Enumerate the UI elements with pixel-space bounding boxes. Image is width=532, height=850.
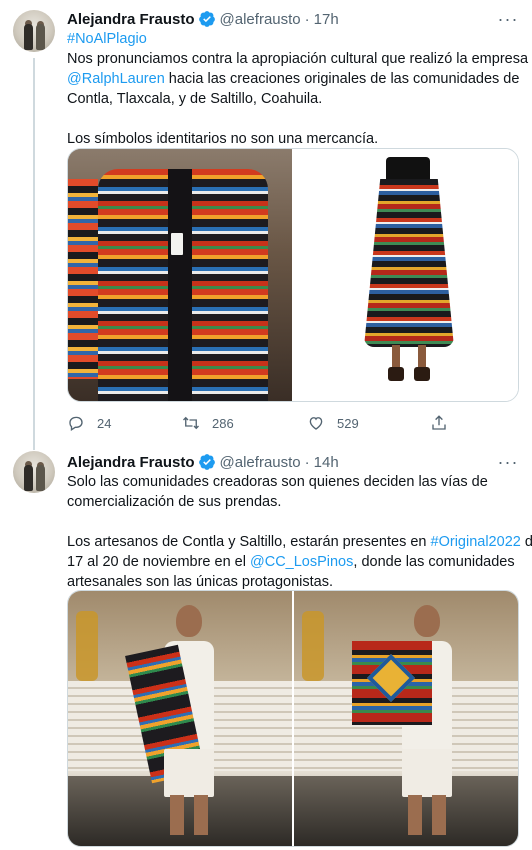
like-button[interactable]: 529 bbox=[307, 413, 359, 433]
text-line: #NoAlPlagio bbox=[67, 29, 517, 49]
text-line: comercialización de sus prendas. bbox=[67, 492, 517, 512]
text-line: Contla, Tlaxcala, y de Saltillo, Coahuil… bbox=[67, 89, 517, 109]
runway-model-serape-photo[interactable] bbox=[68, 591, 292, 846]
separator-dot: · bbox=[304, 10, 310, 28]
text-line: Nos pronunciamos contra la apropiación c… bbox=[67, 49, 528, 69]
text-span: artesanales son las únicas protagonistas… bbox=[67, 574, 333, 590]
tweet[interactable]: Alejandra Frausto @alefrausto · 17h ··· … bbox=[0, 0, 532, 450]
text-span: comercialización de sus prendas. bbox=[67, 494, 282, 510]
text-span: Los símbolos identitarios no son una mer… bbox=[67, 131, 379, 147]
text-span: Contla, Tlaxcala, y de Saltillo, Coahuil… bbox=[67, 91, 323, 107]
reply-count: 24 bbox=[97, 415, 112, 431]
text-span: Nos pronunciamos contra la apropiación c… bbox=[67, 51, 529, 67]
text-line: Los artesanos de Contla y Saltillo, esta… bbox=[67, 532, 532, 552]
retweet-count: 286 bbox=[212, 415, 234, 431]
text-span: del bbox=[524, 534, 532, 550]
author-handle[interactable]: @alefrausto bbox=[220, 454, 301, 471]
thread-connector-line bbox=[33, 58, 35, 450]
media-grid bbox=[67, 148, 519, 402]
text-line: @RalphLauren hacia las creaciones origin… bbox=[67, 69, 520, 89]
reply-button[interactable]: 24 bbox=[67, 413, 111, 433]
text-span: , donde las comunidades bbox=[353, 554, 515, 570]
mention-link[interactable]: @CC_LosPinos bbox=[250, 554, 353, 570]
text-line: artesanales son las únicas protagonistas… bbox=[67, 572, 517, 592]
avatar[interactable] bbox=[13, 10, 55, 52]
tweet-header: Alejandra Frausto @alefrausto · 17h bbox=[67, 9, 339, 29]
tweet-header: Alejandra Frausto @alefrausto · 14h bbox=[67, 452, 339, 472]
tweet-actions: 24 286 529 bbox=[67, 413, 487, 433]
text-line: 17 al 20 de noviembre en el @CC_LosPinos… bbox=[67, 552, 517, 572]
author-name[interactable]: Alejandra Frausto bbox=[67, 11, 195, 28]
author-name[interactable]: Alejandra Frausto bbox=[67, 454, 195, 471]
tweet[interactable]: Alejandra Frausto @alefrausto · 14h ··· … bbox=[0, 443, 532, 850]
verified-badge-icon bbox=[198, 454, 215, 470]
author-handle[interactable]: @alefrausto bbox=[220, 11, 301, 28]
tweet-text: Solo las comunidades creadoras son quien… bbox=[67, 472, 532, 592]
more-options-icon[interactable]: ··· bbox=[498, 452, 518, 472]
like-count: 529 bbox=[337, 415, 359, 431]
serape-coat-photo[interactable] bbox=[68, 149, 292, 401]
more-options-icon[interactable]: ··· bbox=[498, 9, 518, 29]
retweet-icon bbox=[183, 416, 199, 430]
timestamp[interactable]: 14h bbox=[314, 454, 339, 471]
text-line: Los símbolos identitarios no son una mer… bbox=[67, 129, 517, 149]
text-span: Los artesanos de Contla y Saltillo, esta… bbox=[67, 534, 431, 550]
verified-badge-icon bbox=[198, 11, 215, 27]
timestamp[interactable]: 17h bbox=[314, 11, 339, 28]
runway-model-blanket-photo[interactable] bbox=[294, 591, 518, 846]
hashtag-link[interactable]: #Original2022 bbox=[431, 534, 521, 550]
share-button[interactable] bbox=[430, 413, 448, 433]
text-span: 17 al 20 de noviembre en el bbox=[67, 554, 250, 570]
media-grid bbox=[67, 590, 519, 847]
heart-icon bbox=[309, 417, 323, 430]
reply-icon bbox=[69, 416, 83, 432]
avatar[interactable] bbox=[13, 451, 55, 493]
striped-skirt-photo[interactable] bbox=[294, 149, 518, 401]
mention-link[interactable]: @RalphLauren bbox=[67, 71, 165, 87]
text-line: Solo las comunidades creadoras son quien… bbox=[67, 472, 517, 492]
text-span: hacia las creaciones originales de las c… bbox=[164, 71, 520, 87]
text-span: Solo las comunidades creadoras son quien… bbox=[67, 474, 488, 490]
tweet-text: #NoAlPlagio Nos pronunciamos contra la a… bbox=[67, 29, 528, 149]
retweet-button[interactable]: 286 bbox=[182, 413, 234, 433]
hashtag-link[interactable]: #NoAlPlagio bbox=[67, 31, 147, 47]
separator-dot: · bbox=[304, 453, 310, 471]
share-icon bbox=[432, 415, 446, 430]
